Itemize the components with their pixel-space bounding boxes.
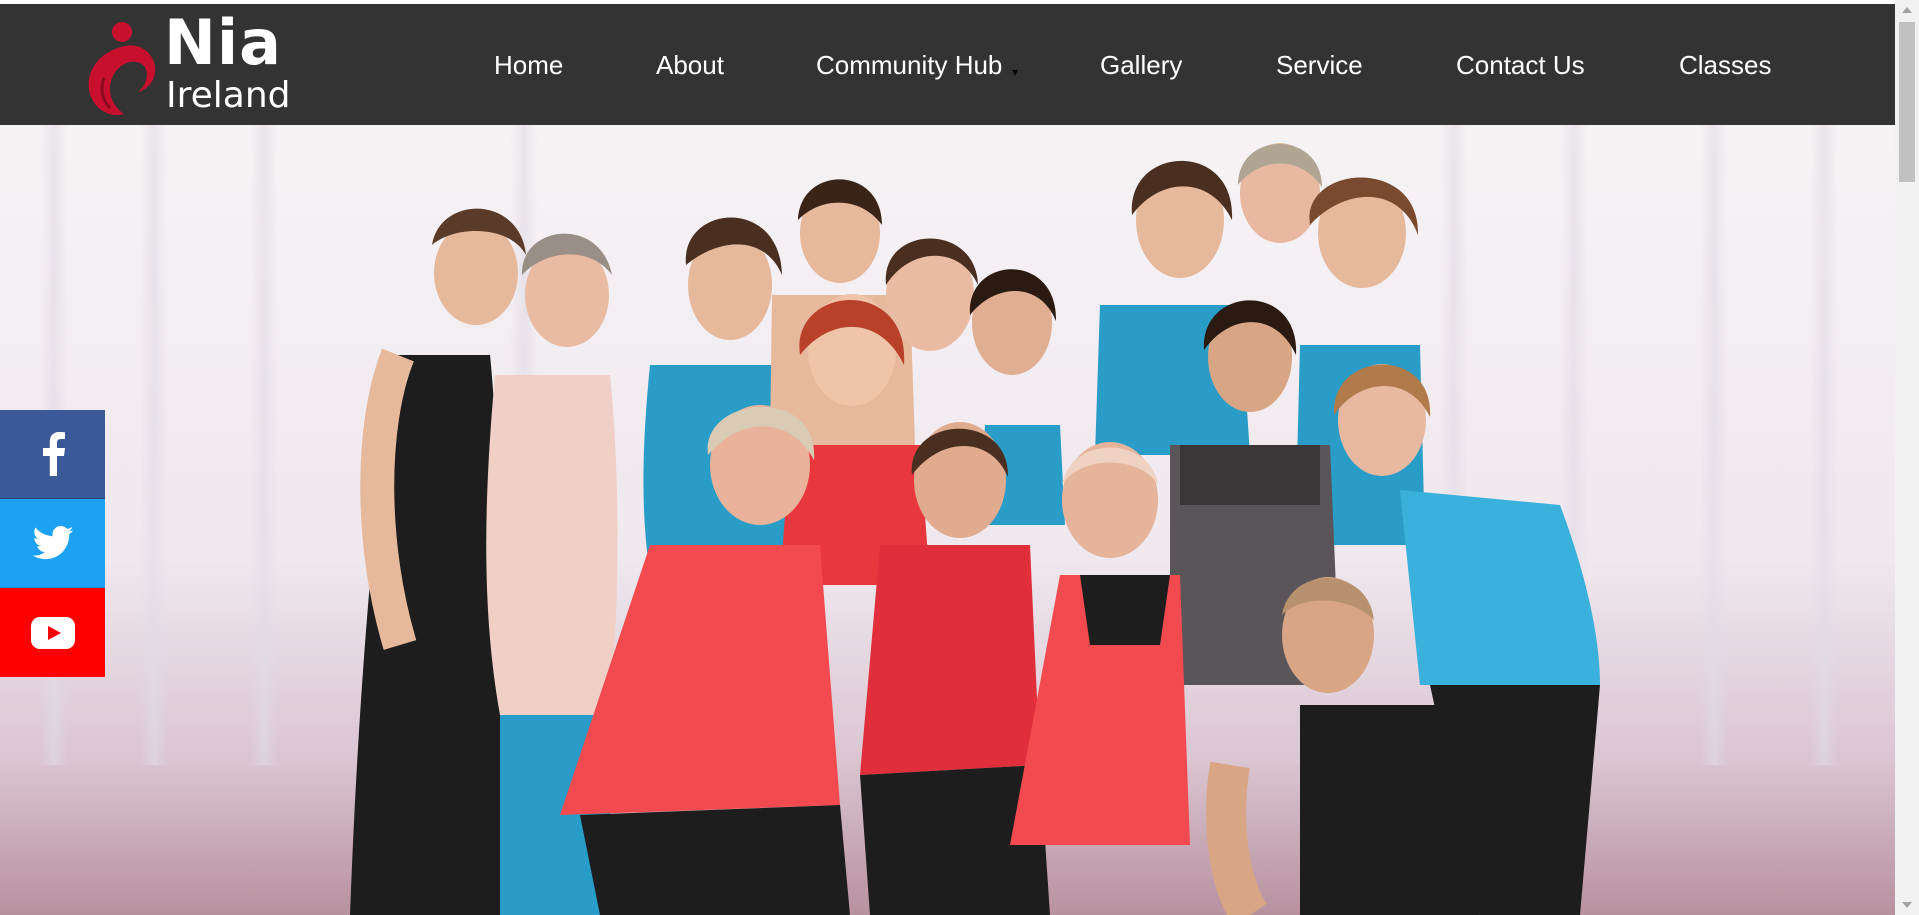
hero-image bbox=[0, 125, 1895, 915]
nav-service[interactable]: Service bbox=[1276, 48, 1363, 82]
nav-about[interactable]: About bbox=[656, 48, 724, 82]
youtube-button[interactable] bbox=[0, 588, 105, 677]
nav-contact-us[interactable]: Contact Us bbox=[1456, 48, 1585, 82]
nav-home[interactable]: Home bbox=[494, 48, 563, 82]
facebook-button[interactable] bbox=[0, 410, 105, 499]
nav-community-hub[interactable]: Community Hub ▾ bbox=[816, 48, 1018, 82]
twitter-button[interactable] bbox=[0, 499, 105, 588]
main-navigation: Home About Community Hub ▾ Gallery Servi… bbox=[0, 4, 1895, 125]
social-sidebar bbox=[0, 410, 105, 677]
nav-classes[interactable]: Classes bbox=[1679, 48, 1771, 82]
vertical-scrollbar[interactable] bbox=[1895, 0, 1919, 915]
nav-community-hub-label: Community Hub bbox=[816, 50, 1003, 80]
scrollbar-thumb[interactable] bbox=[1899, 22, 1915, 182]
chevron-down-icon: ▾ bbox=[1012, 65, 1019, 79]
facebook-icon bbox=[42, 432, 65, 476]
nav-gallery[interactable]: Gallery bbox=[1100, 48, 1182, 82]
person-back-right-blonde bbox=[1238, 143, 1322, 243]
site-header: Nia Ireland Home About Community Hub ▾ G… bbox=[0, 4, 1895, 125]
twitter-icon bbox=[32, 526, 73, 560]
youtube-icon bbox=[30, 616, 75, 649]
scroll-up-arrow-icon[interactable] bbox=[1895, 0, 1919, 20]
scroll-down-arrow-icon[interactable] bbox=[1895, 895, 1919, 915]
group-photo bbox=[350, 143, 1600, 915]
